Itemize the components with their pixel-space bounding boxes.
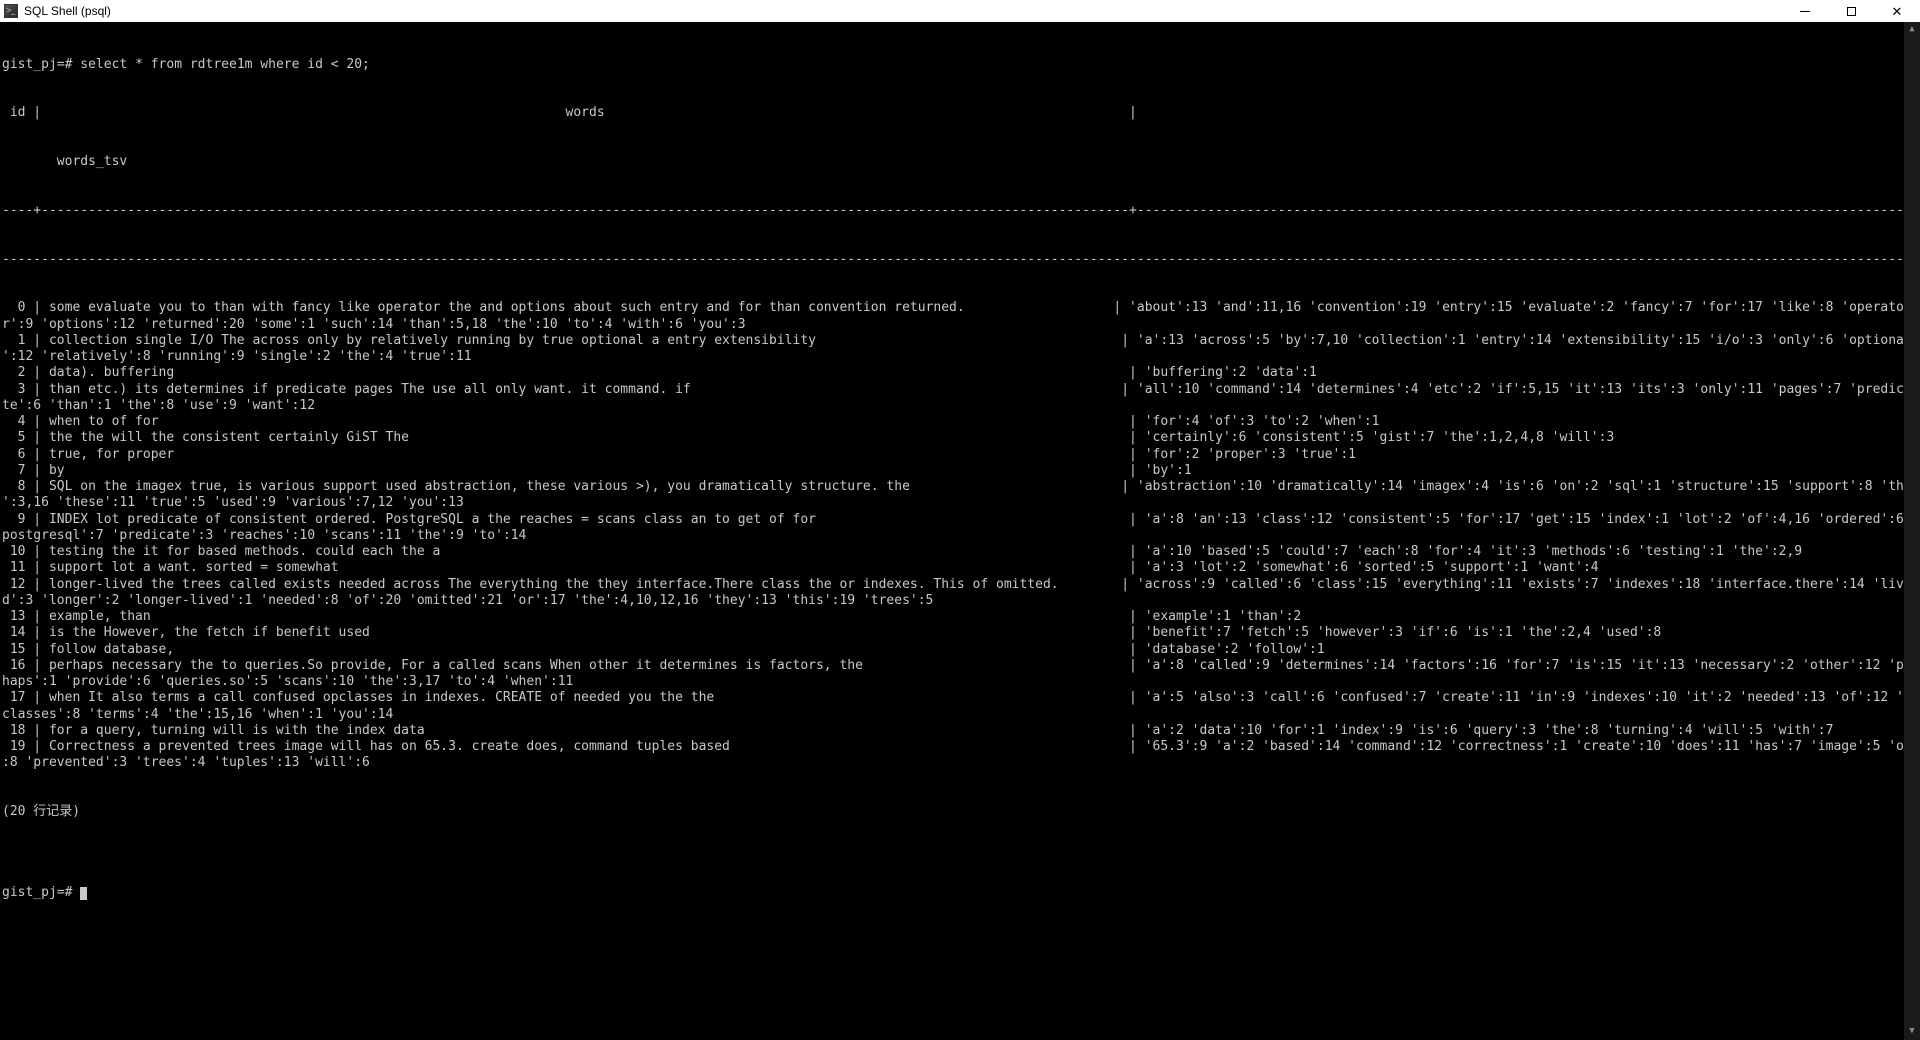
table-row: te':6 'than':1 'the':8 'use':9 'want':12 (2, 398, 1920, 414)
table-row: :8 'prevented':3 'trees':4 'tuples':13 '… (2, 755, 1920, 771)
table-row: d':3 'longer':2 'longer-lived':1 'needed… (2, 593, 1920, 609)
app-icon: >_ (4, 4, 18, 18)
table-row: 11 | support lot a want. sorted = somewh… (2, 560, 1920, 576)
table-row: 1 | collection single I/O The across onl… (2, 333, 1920, 349)
table-row: 12 | longer-lived the trees called exist… (2, 577, 1920, 593)
vertical-scrollbar[interactable]: ▲ ▼ (1904, 22, 1920, 1040)
minimize-button[interactable] (1782, 0, 1828, 22)
table-row: 10 | testing the it for based methods. c… (2, 544, 1920, 560)
table-row: 14 | is the However, the fetch if benefi… (2, 625, 1920, 641)
table-row: 2 | data). buffering | 'buffering':2 'da… (2, 365, 1920, 381)
header-row-2: words_tsv (2, 154, 1920, 170)
table-row: r':9 'options':12 'returned':20 'some':1… (2, 317, 1920, 333)
window-titlebar: >_ SQL Shell (psql) ✕ (0, 0, 1920, 22)
table-row: 3 | than etc.) its determines if predica… (2, 382, 1920, 398)
close-button[interactable]: ✕ (1874, 0, 1920, 22)
header-row: id | words | (2, 105, 1920, 121)
table-row: 19 | Correctness a prevented trees image… (2, 739, 1920, 755)
table-row: 17 | when It also terms a call confused … (2, 690, 1920, 706)
table-row: 13 | example, than | 'example':1 'than':… (2, 609, 1920, 625)
scroll-down-icon[interactable]: ▼ (1904, 1024, 1920, 1040)
table-row: classes':8 'terms':4 'the':15,16 'when':… (2, 707, 1920, 723)
window-title: SQL Shell (psql) (24, 4, 111, 18)
query-line: gist_pj=# select * from rdtree1m where i… (2, 57, 1920, 73)
table-row: 15 | follow database, | 'database':2 'fo… (2, 642, 1920, 658)
table-row: ':3,16 'these':11 'true':5 'used':9 'var… (2, 495, 1920, 511)
table-row: 18 | for a query, turning will is with t… (2, 723, 1920, 739)
separator: ----+-----------------------------------… (2, 203, 1920, 219)
table-row: postgresql':7 'predicate':3 'reaches':10… (2, 528, 1920, 544)
table-row: 0 | some evaluate you to than with fancy… (2, 300, 1920, 316)
table-row: 8 | SQL on the imagex true, is various s… (2, 479, 1920, 495)
prompt-line: gist_pj=# (2, 885, 1920, 901)
table-row: 16 | perhaps necessary the to queries.So… (2, 658, 1920, 674)
table-row: 7 | by | 'by':1 (2, 463, 1920, 479)
table-row: 9 | INDEX lot predicate of consistent or… (2, 512, 1920, 528)
table-row: 6 | true, for proper | 'for':2 'proper':… (2, 447, 1920, 463)
table-row: ':12 'relatively':8 'running':9 'single'… (2, 349, 1920, 365)
table-row: 5 | the the will the consistent certainl… (2, 430, 1920, 446)
separator-2: ----------------------------------------… (2, 252, 1920, 268)
scroll-up-icon[interactable]: ▲ (1904, 22, 1920, 38)
row-count: (20 行记录) (2, 804, 1920, 820)
maximize-button[interactable] (1828, 0, 1874, 22)
terminal[interactable]: gist_pj=# select * from rdtree1m where i… (0, 22, 1920, 1040)
cursor (80, 887, 87, 900)
window-controls: ✕ (1782, 0, 1920, 22)
table-row: haps':1 'provide':6 'queries.so':5 'scan… (2, 674, 1920, 690)
table-row: 4 | when to of for | 'for':4 'of':3 'to'… (2, 414, 1920, 430)
